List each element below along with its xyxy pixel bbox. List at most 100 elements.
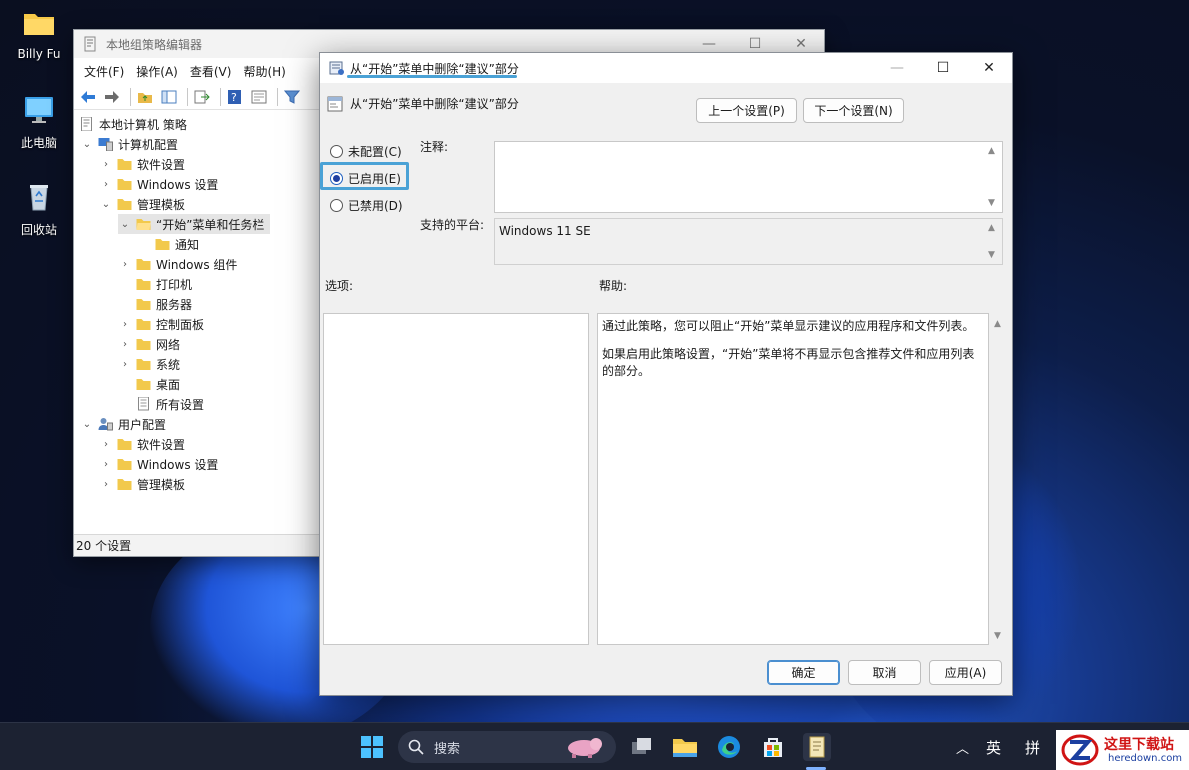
tray-chevron-up-icon[interactable]: ︿ [956, 738, 969, 757]
chevron-down-icon[interactable]: ⌄ [99, 199, 113, 210]
folder-icon [136, 279, 151, 290]
ok-button[interactable]: 确定 [767, 660, 840, 685]
tree-node-user-software-settings[interactable]: › 软件设置 [99, 434, 185, 454]
folder-icon [155, 239, 170, 250]
menu-action[interactable]: 操作(A) [130, 63, 184, 80]
chevron-right-icon[interactable]: › [118, 319, 132, 330]
minimize-button[interactable]: — [874, 53, 920, 83]
desktop-icon-user-folder[interactable]: Billy Fu [4, 8, 74, 61]
chevron-down-icon[interactable]: ⌄ [80, 139, 94, 150]
menu-view[interactable]: 查看(V) [184, 63, 238, 80]
radio-disabled[interactable]: 已禁用(D) [330, 197, 403, 214]
apply-button[interactable]: 应用(A) [929, 660, 1002, 685]
scroll-down-icon[interactable]: ▼ [994, 631, 1001, 641]
radio-enabled[interactable]: 已启用(E) [330, 170, 401, 187]
taskbar-search[interactable]: 搜索 [398, 731, 616, 763]
properties-button[interactable] [249, 87, 269, 107]
chevron-right-icon[interactable]: › [99, 459, 113, 470]
forward-button[interactable] [102, 87, 122, 107]
tree-node-user-config[interactable]: ⌄ 用户配置 [80, 414, 166, 434]
radio-circle [330, 145, 343, 158]
task-view-icon [632, 738, 651, 754]
scroll-up-icon[interactable]: ▲ [994, 319, 1001, 329]
up-folder-button[interactable] [135, 87, 155, 107]
ime-mode-indicator[interactable]: 拼 [1025, 737, 1040, 758]
scroll-up-icon[interactable]: ▲ [988, 146, 995, 156]
desktop-icon-label: 此电脑 [20, 136, 57, 150]
tree-node-desktop[interactable]: 桌面 [118, 374, 180, 394]
tree-node-system[interactable]: › 系统 [118, 354, 180, 374]
policy-setting-icon [327, 96, 343, 111]
store-button[interactable] [759, 733, 787, 761]
cancel-button[interactable]: 取消 [848, 660, 921, 685]
menu-file[interactable]: 文件(F) [78, 63, 130, 80]
help-button[interactable]: ? [225, 87, 245, 107]
search-highlight-icon [568, 738, 602, 758]
chevron-right-icon[interactable]: › [99, 179, 113, 190]
show-hide-tree-button[interactable] [159, 87, 179, 107]
folder-icon [673, 739, 697, 757]
chevron-right-icon[interactable]: › [99, 479, 113, 490]
tree-node-software-settings[interactable]: › 软件设置 [99, 154, 185, 174]
chevron-right-icon[interactable]: › [118, 259, 132, 270]
policy-editor-icon [84, 36, 96, 52]
chevron-right-icon[interactable]: › [118, 339, 132, 350]
site-watermark: 这里下载站 heredown.com [1056, 730, 1189, 770]
tree-node-windows-settings[interactable]: › Windows 设置 [99, 174, 218, 194]
tree-node-local-policy[interactable]: 本地计算机 策略 [76, 114, 187, 134]
properties-icon [251, 90, 267, 103]
back-button[interactable] [78, 87, 98, 107]
radio-not-configured[interactable]: 未配置(C) [330, 143, 402, 160]
chevron-right-icon[interactable]: › [99, 439, 113, 450]
chevron-down-icon[interactable]: ⌄ [80, 419, 94, 430]
chevron-right-icon[interactable]: › [99, 159, 113, 170]
tree-node-notifications[interactable]: 通知 [137, 234, 199, 254]
help-scrollbar[interactable]: ▲ ▼ [993, 315, 1007, 643]
ime-language-indicator[interactable]: 英 [986, 737, 1001, 758]
chevron-down-icon[interactable]: ⌄ [118, 219, 132, 230]
tree-node-printers[interactable]: 打印机 [118, 274, 192, 294]
export-list-button[interactable] [192, 87, 212, 107]
menu-help[interactable]: 帮助(H) [237, 63, 291, 80]
desktop-icon-this-pc[interactable]: 此电脑 [4, 95, 74, 151]
tree-node-network[interactable]: › 网络 [118, 334, 180, 354]
folder-icon [136, 359, 151, 370]
policy-editor-taskbar-button[interactable] [803, 733, 831, 761]
scroll-down-icon[interactable]: ▼ [988, 250, 995, 260]
tree-node-server[interactable]: 服务器 [118, 294, 192, 314]
export-icon [194, 90, 210, 103]
store-icon [764, 738, 782, 757]
desktop-icon-recycle-bin[interactable]: 回收站 [4, 182, 74, 238]
tree-node-computer-config[interactable]: ⌄ 计算机配置 [80, 134, 178, 154]
scroll-up-icon[interactable]: ▲ [988, 223, 995, 233]
maximize-button[interactable]: ☐ [920, 53, 966, 83]
tree-node-user-admin-templates[interactable]: › 管理模板 [99, 474, 185, 494]
edge-browser-button[interactable] [715, 733, 743, 761]
folder-icon [117, 179, 132, 190]
tree-node-all-settings[interactable]: 所有设置 [118, 394, 204, 414]
previous-setting-button[interactable]: 上一个设置(P) [696, 98, 797, 123]
close-button[interactable]: ✕ [966, 53, 1012, 83]
tree-node-admin-templates[interactable]: ⌄ 管理模板 [99, 194, 185, 214]
tree-node-control-panel[interactable]: › 控制面板 [118, 314, 204, 334]
tree-node-windows-components[interactable]: › Windows 组件 [118, 254, 237, 274]
filter-button[interactable] [282, 87, 302, 107]
task-view-button[interactable] [627, 733, 655, 761]
dialog-titlebar[interactable]: 从“开始”菜单中删除“建议”部分 — ☐ ✕ [320, 53, 1012, 83]
next-setting-button[interactable]: 下一个设置(N) [803, 98, 904, 123]
help-icon: ? [228, 89, 241, 104]
folder-icon [136, 259, 151, 270]
scroll-down-icon[interactable]: ▼ [988, 198, 995, 208]
comment-scrollbar[interactable]: ▲ ▼ [985, 142, 1002, 212]
file-explorer-button[interactable] [671, 733, 699, 761]
tree-node-start-menu-taskbar[interactable]: ⌄ “开始”菜单和任务栏 [118, 214, 271, 234]
platform-scrollbar[interactable]: ▲ ▼ [985, 219, 1002, 264]
comment-textarea[interactable]: ▲ ▼ [494, 141, 1003, 213]
start-button[interactable] [358, 733, 386, 761]
chevron-right-icon[interactable]: › [118, 359, 132, 370]
toolbar-separator [220, 87, 221, 106]
folder-icon [136, 299, 151, 310]
platform-label: 支持的平台: [420, 218, 485, 232]
tree-node-user-windows-settings[interactable]: › Windows 设置 [99, 454, 218, 474]
desktop-icon-label: Billy Fu [17, 47, 61, 61]
